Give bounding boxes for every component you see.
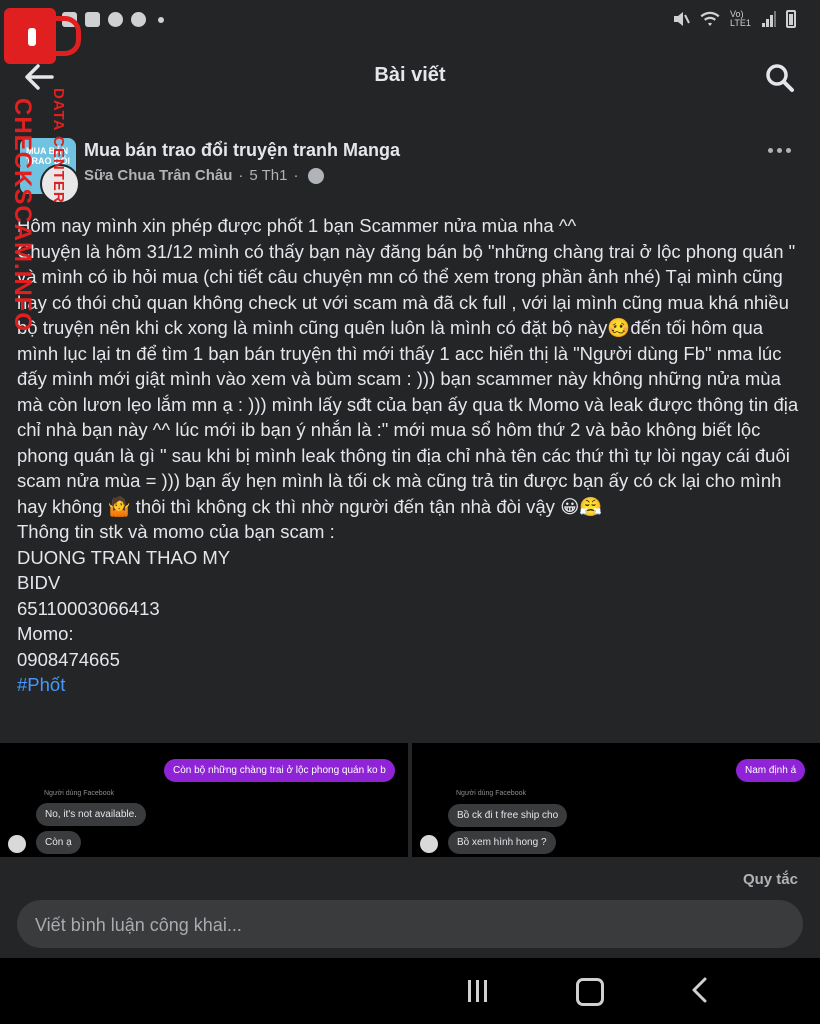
globe-icon [308,167,325,184]
author-avatar[interactable] [40,164,80,204]
post-meta: Sữa Chua Trân Châu · 5 Th1 · [84,167,325,184]
image-icon [85,12,100,27]
chat-bubble-outgoing: Còn bộ những chàng trai ở lộc phong quán… [164,759,395,782]
post-paragraph: Momo: [17,623,74,644]
chat-bubble-incoming: No, it's not available. [36,803,146,826]
post-image-right[interactable]: Nam định á Người dùng Facebook Bồ ck đi … [412,743,820,857]
post-paragraph: 0908474665 [17,648,120,670]
message-icon [62,12,77,27]
comment-input[interactable] [33,900,777,950]
more-dot-icon [768,147,773,153]
rules-link[interactable]: Quy tắc [743,871,798,888]
recent-bar-icon [476,980,479,1002]
more-dot-icon [786,147,791,153]
status-bar: Vo) LTE1 [0,0,820,48]
author-name[interactable]: Sữa Chua Trân Châu [84,167,232,184]
more-dot-icon [777,147,782,153]
post-images: Còn bộ những chàng trai ở lộc phong quán… [0,743,820,857]
notification-icons [62,12,164,27]
mute-icon [674,12,690,26]
group-avatar-text: MUA BÁN TRAO ĐỔI [26,146,70,166]
chat-bubble-icon [108,12,123,27]
hashtag-link[interactable]: #Phốt [17,672,807,698]
post-paragraph: Thông tin stk và momo của bạn scam : [17,521,335,542]
page-title: Bài viết [374,64,446,86]
post-paragraph: Chuyện là hôm 31/12 mình có thấy bạn này… [17,240,799,517]
chat-bubble-incoming: Bồ ck đi t free ship cho [448,804,568,827]
post-body: Hôm nay mình xin phép được phốt 1 bạn Sc… [17,213,807,698]
post-paragraph: Hôm nay mình xin phép được phốt 1 bạn Sc… [17,215,577,236]
recent-bar-icon [484,980,487,1002]
wifi-icon [700,11,720,26]
battery-icon [786,10,796,28]
home-button[interactable] [576,978,604,1006]
post-paragraph: DUONG TRAN THAO MY [17,546,231,568]
recent-apps-button[interactable] [468,980,492,1002]
system-nav-bar [0,958,820,1024]
system-back-button[interactable] [688,976,712,1004]
meta-separator: · [238,167,244,184]
chat-avatar [8,835,26,853]
more-notifications-icon [158,16,164,23]
chat-bubble-incoming: Bồ xem hình hong ? [448,831,556,854]
chevron-left-icon [692,977,707,1003]
app-header: Bài viết [0,48,820,108]
chat-avatar [420,835,438,853]
network-label: Vo) LTE1 [730,9,751,28]
post-paragraph: BIDV [17,572,61,593]
system-icons: Vo) LTE1 [672,10,796,28]
search-icon [766,64,794,92]
post-paragraph: 65110003066413 [17,597,160,619]
post-options-button[interactable] [768,142,794,158]
comment-box[interactable] [17,900,803,950]
signal-icon [762,11,776,27]
search-button[interactable] [764,62,796,94]
messenger-icon [131,12,146,27]
meta-separator: · [293,167,299,184]
chat-sender-label: Người dùng Facebook [456,790,526,797]
post-date[interactable]: 5 Th1 [249,167,287,184]
recent-bar-icon [468,980,471,1002]
group-name[interactable]: Mua bán trao đổi truyện tranh Manga [84,140,400,161]
chat-bubble-incoming: Còn ạ [36,831,81,854]
chat-bubble-outgoing: Nam định á [736,759,806,782]
chat-sender-label: Người dùng Facebook [44,790,114,797]
post-image-left[interactable]: Còn bộ những chàng trai ở lộc phong quán… [0,743,408,857]
